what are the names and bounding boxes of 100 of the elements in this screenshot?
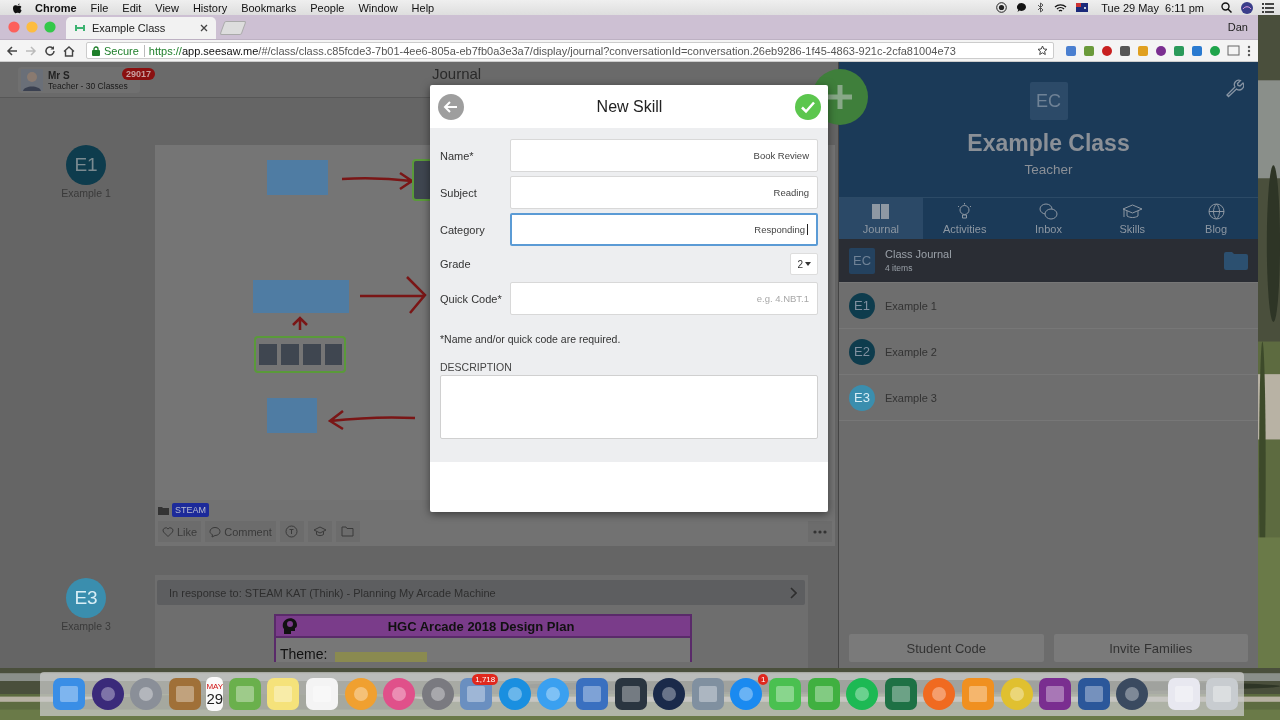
field-label: Category [440,223,486,236]
calendar-month: MAY [206,681,224,691]
chat-bubbles-icon [1038,202,1059,221]
extension-icon[interactable] [1101,44,1113,57]
extension-icon[interactable] [1155,44,1167,57]
bookmark-star-icon[interactable] [1037,45,1048,56]
search-icon[interactable] [1221,2,1232,13]
app-menu[interactable]: Chrome [35,1,77,14]
nav-tab[interactable]: Journal [839,198,923,239]
student-avatar[interactable]: E1 [66,145,106,185]
folder-icon [158,505,169,515]
menu-item[interactable]: Bookmarks [241,1,297,14]
speech-bubble-icon [209,525,222,538]
app-icon[interactable] [613,677,648,711]
notification-badge: 1,718 [472,674,499,685]
browser-tab[interactable]: Example Class [66,17,216,39]
calendar-app-icon[interactable]: MAY 29 [206,677,224,711]
nav-tab[interactable]: Activities [922,198,1007,239]
chevron-right-icon [789,586,797,599]
graduation-cap-icon [1121,202,1143,221]
home-icon[interactable] [63,44,75,57]
extension-icon[interactable] [1119,44,1131,57]
siri-icon[interactable] [1241,1,1253,14]
security-label: Secure [104,44,145,57]
wrench-icon[interactable] [1224,78,1244,98]
close-icon[interactable] [200,24,208,32]
menu-item[interactable]: Help [411,1,435,14]
extension-icon[interactable] [1191,44,1203,57]
user-role: Teacher - 30 Classes [48,80,128,91]
apple-icon[interactable] [12,1,23,14]
app-icon[interactable] [1076,677,1111,711]
record-icon[interactable] [996,2,1008,13]
address-bar[interactable]: Secure https://app.seesaw.me/#/class/class.c85fcde3-7b01-4ee6-805a-eb7fb0a3e3a7/display/journal?conversationId=conversation.26eb9286-1f45-4863-921c-2cfa81004e73 [86,42,1054,59]
caret-icon [805,262,811,266]
menu-icon[interactable] [1262,2,1274,13]
menu-item[interactable]: People [310,1,345,14]
description-field[interactable] [440,375,818,439]
notification-badge: 29017 [122,68,156,80]
nav-tab[interactable]: Blog [1174,198,1258,239]
menubar-clock[interactable]: Tue 29 May 6:11 pm [1101,1,1204,14]
extension-icon[interactable] [1173,44,1185,57]
lock-icon [92,45,100,56]
folder-icon[interactable] [341,525,355,538]
more-icon[interactable] [813,529,827,534]
folder-avatar: EC [849,247,875,274]
description-label: DESCRIPTION [440,361,513,373]
new-tab-button[interactable] [219,21,247,35]
class-role: Teacher [1024,162,1073,177]
flag-icon[interactable] [1076,3,1089,12]
nav-tab[interactable]: Inbox [1006,198,1091,239]
app-icon[interactable] [1038,677,1073,711]
user-name: Mr S [48,69,71,81]
url-text[interactable]: https://app.seesaw.me/#/class/class.c85fcde3-7b01-4ee6-805a-eb7fb0a3e3a7/display/journal?conversationId=conversation.26eb9286-1f45-4863-921c-2cfa81004e73 [148,44,1033,57]
list-item[interactable]: EC Class Journal 4 items [839,239,1258,283]
graduation-cap-icon[interactable] [313,525,327,538]
app-icon[interactable] [1115,677,1150,711]
modal-title: New Skill [595,97,664,116]
close-window-button[interactable] [8,21,20,33]
helper-note: *Name and/or quick code are required. [440,333,622,345]
extension-icon[interactable] [1065,44,1077,57]
avatar-icon [21,69,43,91]
profile-name[interactable]: Dan [1227,21,1248,33]
item-count: 4 items [885,263,914,273]
class-avatar: EC [1029,82,1068,120]
translate-icon[interactable] [285,525,299,538]
wifi-icon[interactable] [1054,2,1068,13]
back-icon[interactable] [6,44,18,57]
text-field[interactable]: Book Review [510,139,818,172]
menu-item[interactable]: View [155,1,179,14]
field-label: Name* [440,149,475,162]
field-label: Grade [440,258,472,270]
bluetooth-icon[interactable] [1036,2,1046,13]
heart-icon [162,525,174,538]
menu-item[interactable]: History [192,1,228,14]
class-name: Example Class [967,130,1130,157]
forward-icon[interactable] [25,44,37,57]
app-icon[interactable] [90,677,125,711]
extension-icon[interactable] [1083,44,1095,57]
text-field[interactable]: Responding [510,213,818,246]
text-field[interactable]: Reading [510,176,818,209]
menu-item[interactable]: Edit [122,1,142,14]
menu-item[interactable]: File [90,1,109,14]
nav-tab[interactable]: Skills [1090,198,1175,239]
more-menu-icon[interactable] [1246,44,1252,57]
back-button[interactable] [438,93,464,120]
folder-icon[interactable] [1224,251,1248,270]
item-title: Example 3 [885,391,938,404]
notification-badge: 1 [758,674,769,685]
confirm-button[interactable] [795,93,821,120]
item-title: Class Journal [885,248,953,260]
student-avatar: E3 [849,384,875,411]
field-label: Subject [440,186,478,199]
field-label: Quick Code* [440,292,503,305]
cast-icon[interactable] [1227,44,1240,57]
reload-icon[interactable] [44,44,56,57]
menu-item[interactable]: Window [358,1,398,14]
app-icon[interactable] [652,677,687,711]
chat-bubble-icon[interactable] [1016,2,1028,13]
folder-tag[interactable]: STEAM [172,503,209,517]
select-field[interactable]: 2 [790,253,818,275]
